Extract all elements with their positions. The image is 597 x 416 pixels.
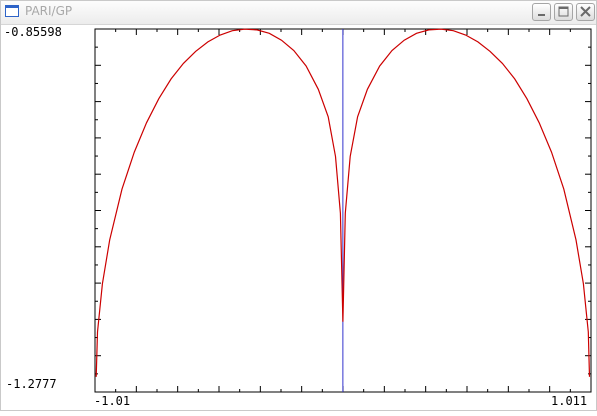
maximize-icon <box>558 6 569 17</box>
close-button[interactable] <box>576 3 595 21</box>
plot-area: -0.85598 -1.2777 -1.01 1.011 <box>1 24 597 412</box>
x-max-tick-label: 1.011 <box>551 394 588 408</box>
minimize-button[interactable] <box>532 3 551 21</box>
window-title: PARI/GP <box>25 4 73 18</box>
plot-canvas <box>94 28 592 393</box>
y-max-tick-label: -0.85598 <box>4 25 62 39</box>
close-icon <box>580 6 591 17</box>
maximize-button[interactable] <box>554 3 573 21</box>
title-bar[interactable]: PARI/GP <box>1 1 596 25</box>
y-min-tick-label: -1.2777 <box>6 377 57 391</box>
minimize-icon <box>538 14 545 16</box>
pari-gp-window: PARI/GP -0.85598 -1.2777 -1.01 1.011 <box>0 0 597 411</box>
window-icon[interactable] <box>5 5 19 17</box>
x-min-tick-label: -1.01 <box>94 394 131 408</box>
